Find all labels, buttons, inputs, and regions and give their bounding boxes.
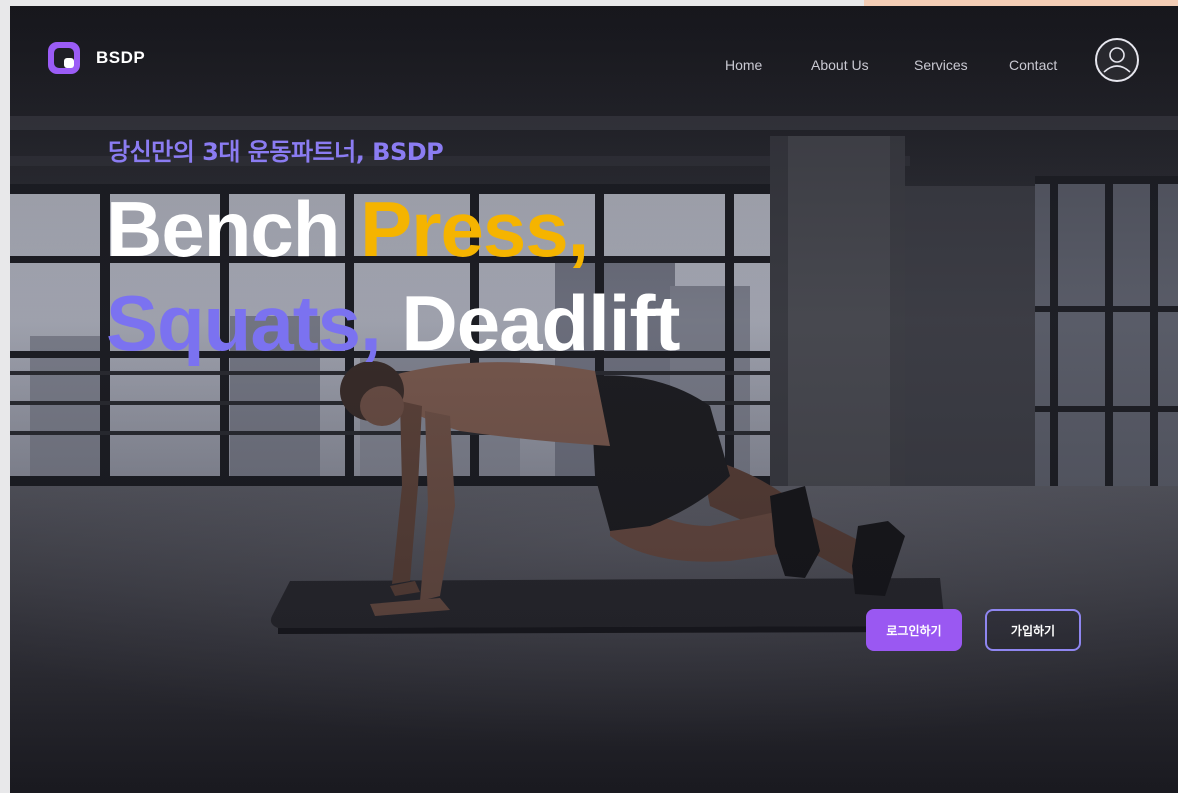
signup-button[interactable]: 가입하기 [985,609,1081,651]
headline-word-bench: Bench [106,185,340,273]
headline-word-deadlift: Deadlift [401,279,680,367]
hero-subtitle: 당신만의 3대 운동파트너, BSDP [108,138,444,166]
hero-section: BSDP Home About Us Services Contact 당신만의… [10,6,1178,793]
login-button[interactable]: 로그인하기 [866,609,962,651]
hero-background-image [10,6,1178,793]
hero-headline-line-1: Bench Press, [106,190,589,268]
nav-item-home[interactable]: Home [725,57,762,73]
nav-item-about-us[interactable]: About Us [811,57,869,73]
hero-headline-line-2: Squats, Deadlift [106,284,680,362]
main-nav: Home About Us Services Contact [10,57,1178,77]
nav-item-services[interactable]: Services [914,57,968,73]
nav-item-contact[interactable]: Contact [1009,57,1057,73]
user-avatar-button[interactable] [1095,38,1139,82]
headline-word-squats: Squats, [106,279,382,367]
headline-word-press: Press, [360,185,589,273]
user-avatar-icon [1103,47,1131,73]
